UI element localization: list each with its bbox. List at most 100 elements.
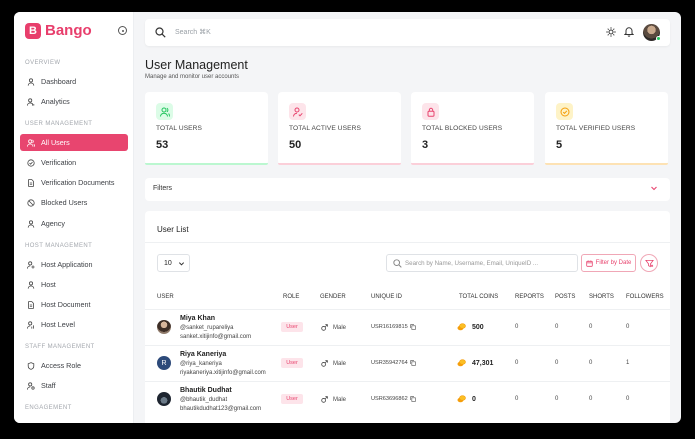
- section-overview: OVERVIEW: [25, 60, 61, 66]
- section-host-management: HOST MANAGEMENT: [25, 243, 93, 249]
- filters-panel[interactable]: Filters: [145, 178, 670, 201]
- stat-label: TOTAL USERS: [156, 125, 203, 132]
- search-icon[interactable]: [155, 27, 166, 38]
- male-icon: [321, 360, 328, 367]
- chevron-down-icon[interactable]: [650, 184, 658, 192]
- col-header-user: USER: [157, 294, 174, 300]
- stat-value: 53: [156, 139, 169, 151]
- calendar-icon: [585, 259, 593, 267]
- stat-value: 50: [289, 139, 302, 151]
- sidebar-item-agency[interactable]: Agency: [20, 215, 128, 232]
- sidebar-item-verification[interactable]: Verification: [20, 154, 128, 171]
- brand-logo[interactable]: B Bango: [25, 22, 92, 39]
- sidebar-item-label: All Users: [41, 138, 70, 147]
- copy-icon[interactable]: [409, 360, 416, 366]
- sidebar-item-label: Host Document: [41, 300, 91, 309]
- agency-icon: [27, 219, 35, 228]
- stat-accent-bar: [278, 163, 401, 165]
- gender-value: Male: [333, 324, 347, 331]
- stat-card-total-verified-users: TOTAL VERIFIED USERS 5: [545, 92, 668, 165]
- user-search-input[interactable]: Search by Name, Username, Email, UniqueI…: [386, 254, 578, 272]
- bell-icon[interactable]: [624, 26, 634, 37]
- user-email: riyakaneriya.xitijinfo@gmail.com: [180, 370, 266, 376]
- user-email: bhautikdudhat123@gmail.com: [180, 406, 262, 412]
- sidebar-item-host[interactable]: Host: [20, 276, 128, 293]
- user-username: @sanket_rupareliya: [180, 325, 234, 331]
- user-add-icon: [27, 260, 35, 269]
- avatar: [157, 320, 171, 334]
- filter-by-date-button[interactable]: Filter by Date: [581, 254, 636, 272]
- copy-icon[interactable]: [409, 324, 416, 330]
- posts-count: 0: [555, 396, 559, 402]
- sidebar-collapse-icon[interactable]: [118, 26, 127, 35]
- clear-filter-button[interactable]: [640, 254, 658, 272]
- user-search-placeholder: Search by Name, Username, Email, UniqueI…: [405, 259, 539, 267]
- page-title: User Management: [145, 58, 248, 72]
- stat-accent-bar: [545, 163, 668, 165]
- page-size-value: 10: [164, 259, 172, 267]
- user-level-icon: [27, 320, 34, 329]
- shorts-count: 0: [589, 360, 593, 366]
- filter-by-date-label: Filter by Date: [595, 260, 632, 266]
- col-header-posts: POSTS: [555, 294, 576, 300]
- page-size-select[interactable]: 10: [157, 254, 190, 272]
- unique-id: USR16169815: [371, 324, 408, 330]
- page-subtitle: Manage and monitor user accounts: [145, 74, 240, 80]
- user-name: Bhautik Dudhat: [180, 387, 232, 394]
- sidebar-item-blocked-users[interactable]: Blocked Users: [20, 194, 128, 211]
- stat-card-total-blocked-users: TOTAL BLOCKED USERS 3: [411, 92, 534, 165]
- stat-card-total-users: TOTAL USERS 53: [145, 92, 268, 165]
- stat-label: TOTAL BLOCKED USERS: [422, 125, 503, 132]
- sidebar-item-label: Host Application: [41, 260, 93, 269]
- users-icon: [27, 138, 35, 147]
- shorts-count: 0: [589, 324, 593, 330]
- sidebar-item-label: Blocked Users: [41, 198, 88, 207]
- sidebar-item-label: Verification Documents: [41, 178, 115, 187]
- user-email: sanket.xitijinfo@gmail.com: [180, 334, 252, 340]
- top-bar: Search ⌘K: [145, 19, 670, 46]
- sidebar-item-verification-documents[interactable]: Verification Documents: [20, 174, 128, 191]
- user-username: @bhautik_dudhat: [180, 397, 228, 403]
- stat-card-total-active-users: TOTAL ACTIVE USERS 50: [278, 92, 401, 165]
- profile-avatar[interactable]: [643, 24, 661, 41]
- followers-count: 0: [626, 324, 630, 330]
- sidebar-item-dashboard[interactable]: Dashboard: [20, 73, 128, 90]
- sidebar-item-label: Verification: [41, 158, 77, 167]
- user-list-panel: User List 10 Search by Name, Username, E…: [145, 211, 670, 423]
- col-header-gender: GENDER: [320, 294, 346, 300]
- col-header-total-coins: TOTAL COINS: [459, 294, 499, 300]
- unique-id-cell: USR63696862: [371, 396, 416, 402]
- user-active-icon: [289, 103, 306, 120]
- sidebar-item-label: Host: [41, 280, 56, 289]
- role-badge: User: [281, 394, 303, 404]
- sidebar-item-host-application[interactable]: Host Application: [20, 256, 128, 273]
- unique-id-cell: USR16169815: [371, 324, 416, 330]
- sidebar-item-host-level[interactable]: Host Level: [20, 316, 128, 333]
- sidebar-item-label: Host Level: [41, 320, 75, 329]
- sidebar-item-label: Analytics: [41, 97, 70, 106]
- search-icon: [393, 259, 402, 268]
- sidebar-item-all-users[interactable]: All Users: [20, 134, 128, 151]
- male-icon: [321, 324, 328, 331]
- lock-icon: [422, 103, 439, 120]
- col-header-followers: FOLLOWERS: [626, 294, 664, 300]
- divider: [145, 345, 670, 346]
- stat-accent-bar: [411, 163, 534, 165]
- users-icon: [156, 103, 173, 120]
- user-icon: [27, 280, 35, 289]
- unique-id: USR63696862: [371, 396, 408, 402]
- col-header-shorts: SHORTS: [589, 294, 614, 300]
- global-search-input[interactable]: Search ⌘K: [175, 28, 211, 36]
- sidebar-item-label: Access Role: [41, 361, 81, 370]
- unique-id: USR35942764: [371, 360, 408, 366]
- role-badge: User: [281, 358, 303, 368]
- sun-icon[interactable]: [606, 27, 616, 37]
- sidebar-item-staff[interactable]: Staff: [20, 377, 128, 394]
- stat-value: 5: [556, 139, 563, 151]
- sidebar-item-host-document[interactable]: Host Document: [20, 296, 128, 313]
- section-staff-management: STAFF MANAGEMENT: [25, 344, 95, 350]
- user-icon: [27, 77, 35, 86]
- copy-icon[interactable]: [409, 396, 416, 402]
- sidebar-item-analytics[interactable]: Analytics: [20, 93, 128, 110]
- sidebar-item-access-role[interactable]: Access Role: [20, 357, 128, 374]
